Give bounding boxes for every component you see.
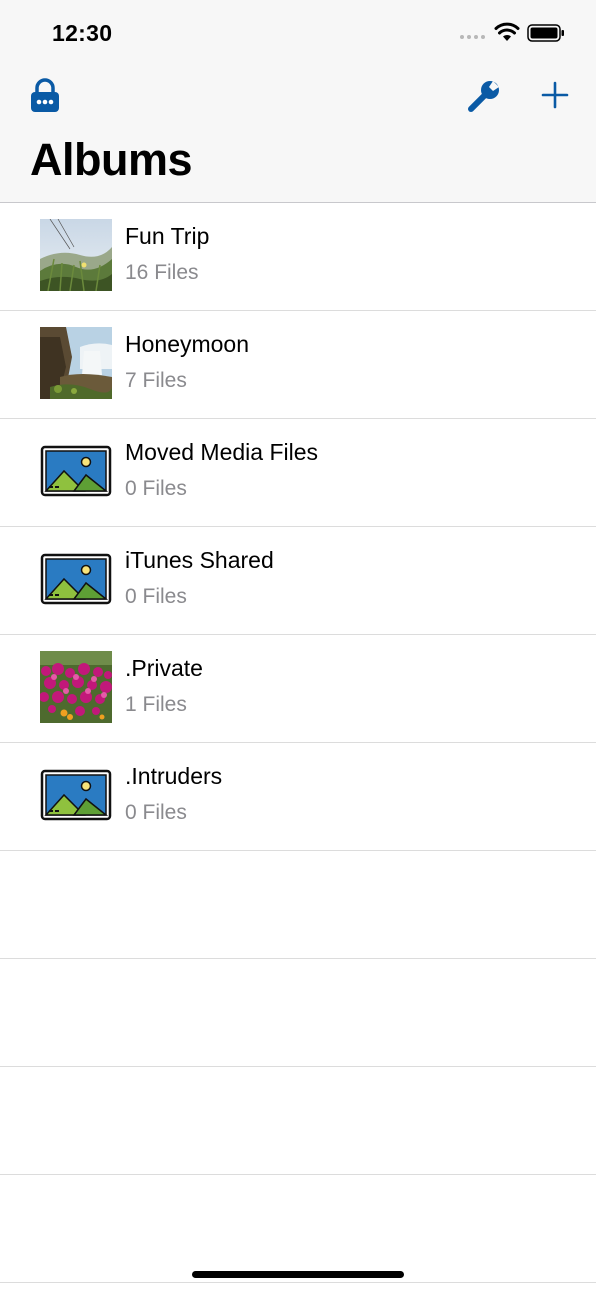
album-file-count: 7 Files bbox=[125, 369, 187, 392]
album-file-count: 0 Files bbox=[125, 477, 187, 500]
battery-icon bbox=[527, 24, 564, 42]
placeholder-image-icon bbox=[40, 553, 112, 605]
wrench-icon[interactable] bbox=[466, 78, 502, 114]
album-thumbnail bbox=[40, 543, 112, 615]
album-thumbnail bbox=[40, 327, 112, 399]
empty-list-row bbox=[0, 1175, 596, 1283]
album-thumbnail bbox=[40, 219, 112, 291]
album-row-intruders[interactable]: .Intruders 0 Files bbox=[0, 743, 596, 851]
photo-flowers-icon bbox=[40, 651, 112, 723]
empty-list-row bbox=[0, 959, 596, 1067]
album-name: Honeymoon bbox=[125, 331, 250, 357]
placeholder-image-icon bbox=[40, 769, 112, 821]
album-list: Fun Trip 16 Files Honeymoon 7 Files Move… bbox=[0, 203, 596, 1283]
cellular-signal-icon bbox=[460, 35, 485, 39]
album-file-count: 16 Files bbox=[125, 261, 199, 284]
album-file-count: 0 Files bbox=[125, 801, 187, 824]
plus-icon[interactable] bbox=[540, 80, 570, 110]
photo-grass-icon bbox=[40, 219, 112, 291]
album-row-fun-trip[interactable]: Fun Trip 16 Files bbox=[0, 203, 596, 311]
album-row-itunes-shared[interactable]: iTunes Shared 0 Files bbox=[0, 527, 596, 635]
placeholder-image-icon bbox=[40, 445, 112, 497]
album-thumbnail bbox=[40, 435, 112, 507]
empty-list-row bbox=[0, 851, 596, 959]
album-thumbnail bbox=[40, 651, 112, 723]
album-name: .Intruders bbox=[125, 763, 223, 789]
empty-list-row bbox=[0, 1067, 596, 1175]
album-name: iTunes Shared bbox=[125, 547, 274, 573]
home-indicator[interactable] bbox=[192, 1271, 404, 1278]
page-title: Albums bbox=[30, 134, 193, 185]
album-name: .Private bbox=[125, 655, 203, 681]
status-time: 12:30 bbox=[52, 20, 113, 46]
album-row-private[interactable]: .Private 1 Files bbox=[0, 635, 596, 743]
album-file-count: 1 Files bbox=[125, 693, 187, 716]
album-thumbnail bbox=[40, 759, 112, 831]
album-row-honeymoon[interactable]: Honeymoon 7 Files bbox=[0, 311, 596, 419]
wifi-icon bbox=[494, 22, 520, 41]
album-name: Fun Trip bbox=[125, 223, 210, 249]
navigation-header: 12:30 Albums bbox=[0, 0, 596, 203]
album-file-count: 0 Files bbox=[125, 585, 187, 608]
photo-waterfall-icon bbox=[40, 327, 112, 399]
lock-icon[interactable] bbox=[29, 78, 61, 114]
album-name: Moved Media Files bbox=[125, 439, 319, 465]
album-row-moved-media-files[interactable]: Moved Media Files 0 Files bbox=[0, 419, 596, 527]
